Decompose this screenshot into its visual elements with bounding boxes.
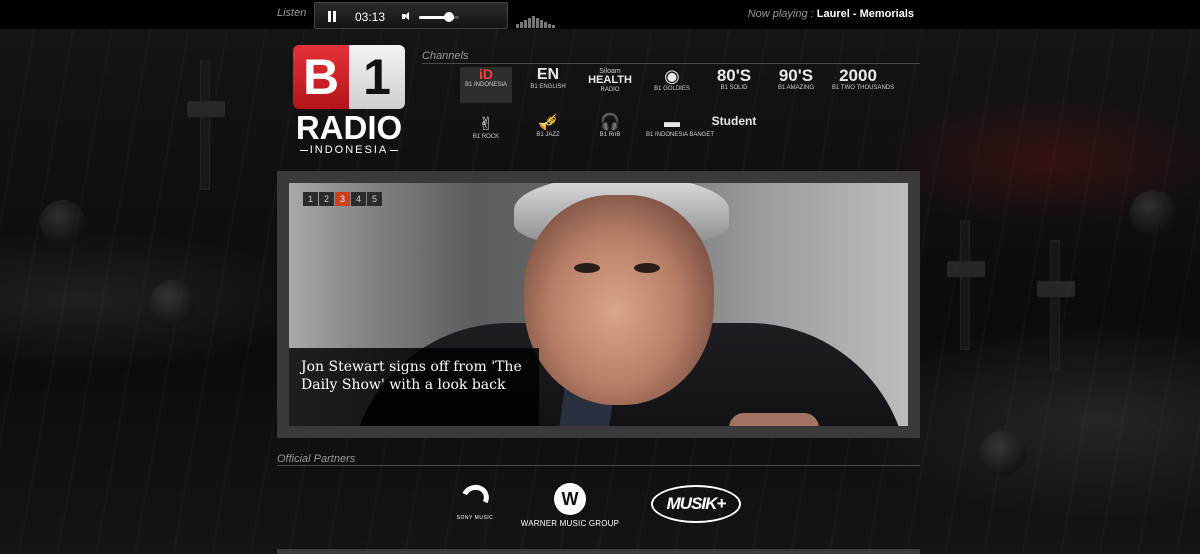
now-playing: Now playing : Laurel - Memorials [748,8,914,20]
channel-caption: B1 ROCK [472,134,500,140]
equalizer-bar [532,16,535,28]
slider-pagination: 12345 [303,192,382,206]
equalizer-bar [520,22,523,28]
channel-caption: B1 RnB [599,132,621,138]
channels-divider [422,63,920,64]
equalizer-bar [524,20,527,28]
audio-player: 03:13 [314,2,508,29]
equalizer-bar [540,20,543,28]
volume-thumb[interactable] [444,12,454,22]
channel-logo-icon: 2000 [839,66,877,85]
equalizer-bar [544,22,547,28]
slide-caption-link[interactable]: Jon Stewart signs off from 'The Daily Sh… [301,359,522,393]
channel-logo-icon: EN [536,66,560,83]
channel-item[interactable]: 90'S B1 AMAZING [770,67,822,103]
warner-music-text: WARNER MUSIC GROUP [520,519,620,528]
equalizer-bar [548,24,551,28]
logo-radio-text: RADIO [295,109,403,146]
channel-logo-icon: HEALTH [588,74,632,86]
partner-musika[interactable]: MUSIK+ [651,485,741,523]
equalizer-bar [536,18,539,28]
equalizer-bar [552,25,555,28]
equalizer-bar [516,24,519,28]
channel-item[interactable]: 🎧 B1 RnB [584,115,636,151]
volume-slider[interactable] [419,12,459,22]
partner-warner-music-group[interactable]: WARNER MUSIC GROUP [520,483,620,528]
warner-music-logo-icon [554,483,586,515]
bg-knob [980,430,1026,476]
channel-item[interactable]: ✌ B1 ROCK [460,115,512,151]
equalizer-bar [528,18,531,28]
playback-time: 03:13 [355,10,386,24]
channel-logo-icon: 80'S [716,66,752,85]
partners-divider [277,465,920,466]
listen-label: Listen [277,7,307,19]
channel-caption: B1 INDONESIA BANGET [646,132,715,138]
slide-figure-eye [634,263,660,273]
pause-icon [328,11,331,22]
now-playing-track: Laurel - Memorials [816,8,914,20]
slide-figure-face [524,195,714,405]
channel-item[interactable]: 🎺 B1 JAZZ [522,115,574,151]
volume-icon[interactable] [402,12,410,21]
channel-item[interactable]: ◉ B1 GOLDIES [646,67,698,103]
slide-caption: Jon Stewart signs off from 'The Daily Sh… [289,348,539,426]
sony-music-text: SONY MUSIC [456,515,494,521]
slider-page-button[interactable]: 4 [351,192,366,206]
slide-figure-eye [574,263,600,273]
channel-logo-icon: 90'S [778,66,814,85]
partner-sony-music[interactable]: SONY MUSIC [450,480,500,521]
footer-bar [277,549,920,554]
channel-caption: RADIO [600,87,620,93]
channel-item[interactable]: Siloam HEALTH RADIO [584,67,636,103]
channel-logo-icon: 🎺 [538,114,558,131]
channel-item[interactable]: 2000 B1 TWO THOUSANDS [832,66,895,103]
b1-radio-logo[interactable]: B 1 RADIO INDONESIA [293,45,405,157]
bg-fader [947,220,985,350]
slide-figure-hand [729,413,819,426]
now-playing-label: Now playing : [747,8,814,20]
sony-music-logo-icon [457,480,493,516]
slider-page-button[interactable]: 2 [319,192,334,206]
channels-label: Channels [422,50,469,62]
channel-item[interactable]: Student [708,115,760,151]
slider-page-button[interactable]: 3 [335,192,350,206]
channel-item[interactable]: ▬ B1 INDONESIA BANGET [646,114,715,151]
bg-fader [187,60,225,190]
channel-caption: B1 ENGLISH [530,84,566,90]
channel-caption: B1 JAZZ [536,132,560,138]
channel-item[interactable]: EN B1 ENGLISH [522,67,574,103]
bg-knob [150,280,196,326]
logo-digit-1: 1 [349,45,405,109]
channel-logo-icon: iD [479,66,493,82]
bg-knob [40,200,86,246]
player-bar: Listen 03:13 Now playing : Laurel - Memo… [0,0,1200,29]
channel-item[interactable]: iD B1 INDONESIA [460,67,512,103]
channel-caption: B1 INDONESIA [464,82,507,88]
logo-b1-block: B 1 [293,45,405,109]
channel-logo-icon: ◉ [664,66,680,86]
channel-logo-icon: ✌ [478,114,494,134]
news-slider: 12345 Jon Stewart signs off from 'The Da… [277,171,920,438]
channel-caption: B1 GOLDIES [654,86,690,92]
channel-item[interactable]: 80'S B1 SOLID [708,67,760,103]
bg-fader [1037,240,1075,370]
slider-page-button[interactable]: 5 [367,192,382,206]
logo-indonesia-text: INDONESIA [293,144,405,157]
slider-page-button[interactable]: 1 [303,192,318,206]
partners-label: Official Partners [277,453,356,465]
channel-caption: B1 TWO THOUSANDS [832,85,895,91]
slide-image[interactable]: 12345 Jon Stewart signs off from 'The Da… [289,183,908,426]
channel-caption: B1 SOLID [720,85,748,91]
bg-knob [1130,190,1176,236]
channel-caption: B1 AMAZING [777,85,814,91]
musika-logo-text: MUSIK+ [666,494,727,513]
equalizer-icon [516,14,556,28]
pause-button[interactable] [328,11,337,22]
channel-logo-icon: Student [711,114,757,128]
logo-letter-b: B [293,45,349,109]
channel-logo-icon: ▬ [664,114,680,131]
channel-logo-icon: 🎧 [600,114,620,131]
